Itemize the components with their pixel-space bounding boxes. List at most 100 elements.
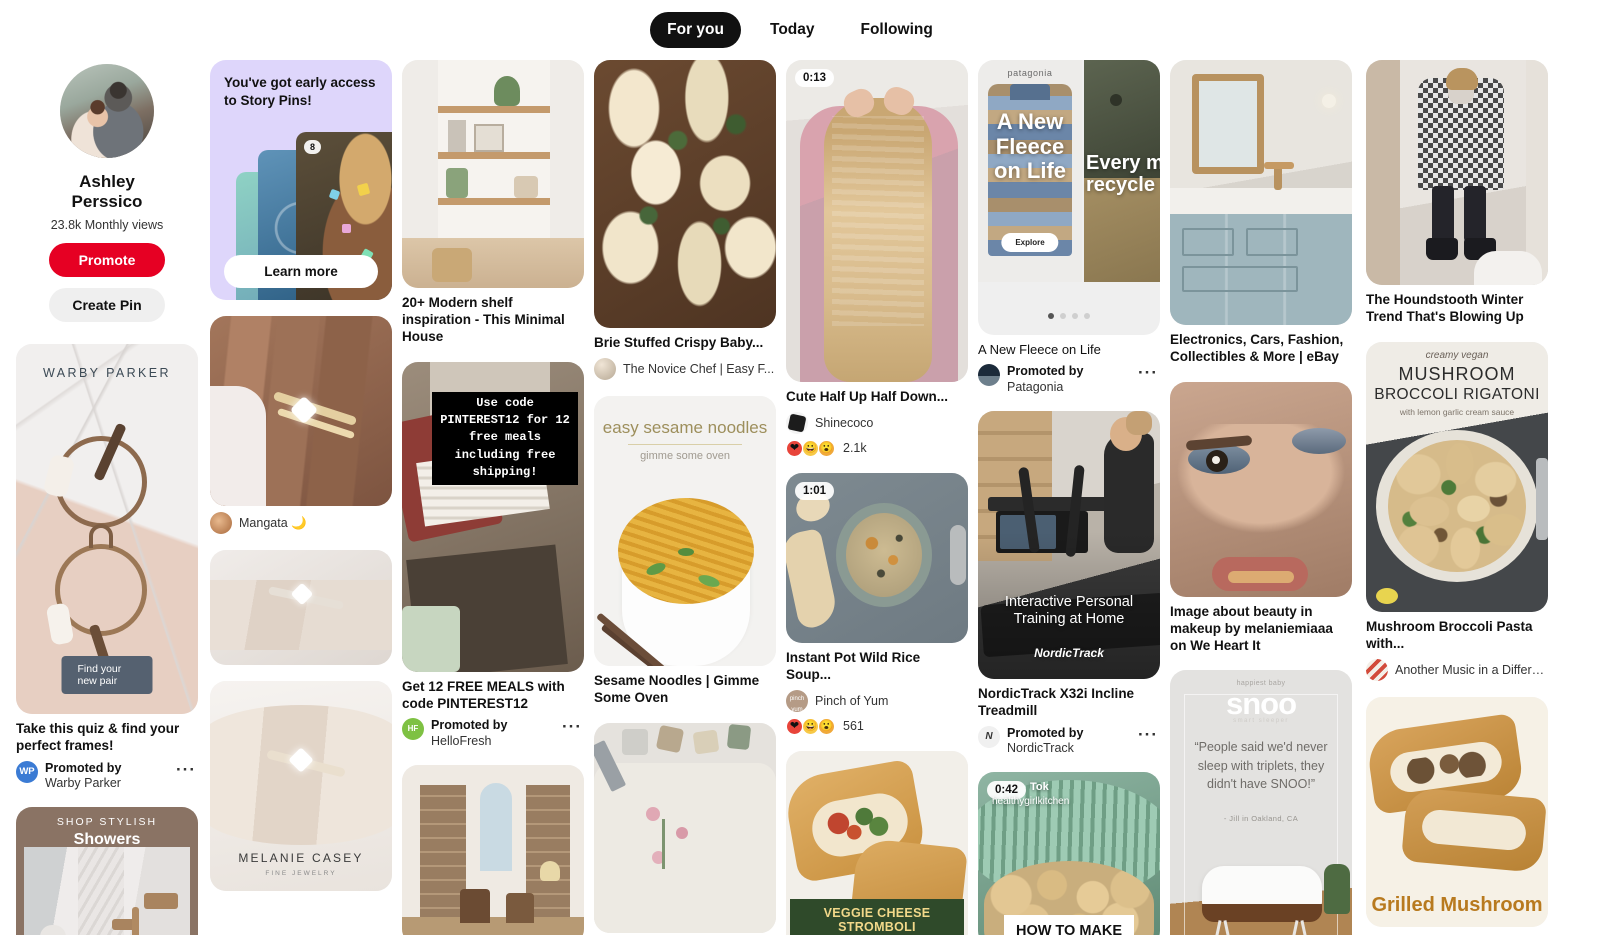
pin-image[interactable]: creamy vegan MUSHROOM BROCCOLI RIGATONI …	[1366, 341, 1548, 612]
masonry-column-3: 20+ Modern shelf inspiration - This Mini…	[402, 60, 584, 935]
pin-options-menu[interactable]: ···	[1136, 726, 1160, 744]
pin-title: The Houndstooth Winter Trend That's Blow…	[1366, 292, 1524, 324]
reaction-row[interactable]: ❤ 😀 😮 561	[786, 717, 968, 735]
brand-avatar[interactable]	[978, 364, 1000, 387]
pin-masonry-board: Ashley Perssico 23.8k Monthly views Prom…	[0, 60, 1600, 935]
pin-library-room[interactable]	[402, 764, 584, 935]
pin-image[interactable]	[402, 60, 584, 288]
carousel-dots[interactable]	[978, 313, 1160, 319]
pin-image[interactable]	[594, 60, 776, 328]
user-avatar[interactable]	[786, 411, 808, 434]
pin-options-menu[interactable]: ···	[560, 718, 584, 736]
avatar[interactable]	[60, 64, 154, 158]
pin-image[interactable]: MELANIE CASEY FINE JEWELRY	[210, 681, 392, 891]
pin-hair-tutorial-video[interactable]: 0:13 Cute Half Up Half Down... Shinecoco…	[786, 60, 968, 457]
pin-houndstooth-trend[interactable]: The Houndstooth Winter Trend That's Blow…	[1366, 60, 1548, 326]
pin-image[interactable]	[210, 316, 392, 506]
pin-story-pins-promo[interactable]: You've got early access to Story Pins! 8	[210, 60, 392, 300]
brand-avatar[interactable]: HF	[402, 718, 424, 741]
pin-title: Image about beauty in makeup by melaniem…	[1170, 603, 1333, 653]
pin-carousel[interactable]: patagonia A New Fleece on Life Explore E…	[978, 60, 1160, 335]
pin-snoo-ad[interactable]: happiest baby snoo smart sleeper “People…	[1170, 670, 1352, 935]
pin-grilled-mushroom[interactable]: Grilled Mushroom	[1366, 696, 1548, 927]
pin-image[interactable]: VEGGIE CHEESE STROMBOLI	[786, 750, 968, 935]
create-pin-button[interactable]: Create Pin	[49, 288, 165, 323]
reaction-row[interactable]: ❤ 😀 😮 2.1k	[786, 439, 968, 457]
pin-mushroom-rigatoni[interactable]: creamy vegan MUSHROOM BROCCOLI RIGATONI …	[1366, 341, 1548, 681]
pin-options-menu[interactable]: ···	[174, 761, 198, 779]
brand-avatar[interactable]: N	[978, 725, 1000, 748]
pin-embroidery[interactable]	[594, 722, 776, 933]
pin-melanie-casey[interactable]: MELANIE CASEY FINE JEWELRY	[210, 681, 392, 891]
pin-image[interactable]	[1170, 60, 1352, 325]
pin-attribution[interactable]: Shinecoco	[786, 411, 968, 434]
carousel-dot-2[interactable]	[1060, 313, 1066, 319]
pin-image[interactable]: Use code PINTEREST12 for 12 free meals i…	[402, 361, 584, 672]
pin-image[interactable]: SHOP STYLISH Showers	[16, 807, 198, 935]
pin-attribution[interactable]: The Novice Chef | Easy F...	[594, 357, 776, 380]
pin-sesame-noodles[interactable]: easy sesame noodles gimme some oven Sesa…	[594, 395, 776, 707]
pin-attribution[interactable]: Another Music in a Differe...	[1366, 658, 1548, 681]
brand-name: HelloFresh	[431, 733, 492, 748]
pin-ring-mangata[interactable]: Mangata 🌙	[210, 316, 392, 534]
story-promo-headline: You've got early access to Story Pins!	[224, 75, 376, 108]
carousel-dot-4[interactable]	[1084, 313, 1090, 319]
user-avatar[interactable]: pinch yum	[786, 689, 808, 712]
pin-options-menu[interactable]: ···	[1136, 364, 1160, 382]
carousel-dot-3[interactable]	[1072, 313, 1078, 319]
pin-image[interactable]: WARBY PARKER Find your new pair	[16, 344, 198, 715]
pin-modern-shelf[interactable]: 20+ Modern shelf inspiration - This Mini…	[402, 60, 584, 346]
overlay-brand: WARBY PARKER	[43, 366, 171, 381]
pin-image[interactable]	[1366, 60, 1548, 285]
pin-attribution[interactable]: Mangata 🌙	[210, 512, 392, 534]
user-avatar[interactable]	[210, 512, 232, 534]
pin-image[interactable]: 0:42 Tok healthygirlkitchen HOW TO MAKE	[978, 772, 1160, 935]
story-page-count: 8	[304, 140, 322, 154]
reaction-wow-icon: 😮	[818, 717, 835, 735]
pin-nordictrack-ad[interactable]: Interactive Personal Training at Home No…	[978, 410, 1160, 756]
profile-name-line2: Perssico	[71, 191, 143, 211]
overlay-title-line1: MUSHROOM	[1398, 363, 1516, 384]
promoted-by-label: Promoted by	[45, 760, 122, 775]
pin-ring-2[interactable]	[210, 550, 392, 665]
overlay-subtitle: with lemon garlic cream sauce	[1399, 406, 1515, 417]
pin-ebay-bathroom[interactable]: Electronics, Cars, Fashion, Collectibles…	[1170, 60, 1352, 366]
promote-button[interactable]: Promote	[49, 243, 165, 278]
pin-veggie-stromboli[interactable]: VEGGIE CHEESE STROMBOLI	[786, 750, 968, 935]
pin-beauty-makeup[interactable]: Image about beauty in makeup by melaniem…	[1170, 381, 1352, 655]
pin-image[interactable]: Grilled Mushroom	[1366, 696, 1548, 927]
pin-image[interactable]	[1170, 381, 1352, 597]
user-avatar[interactable]	[594, 357, 616, 380]
pin-image[interactable]	[402, 764, 584, 935]
pin-warby-parker[interactable]: WARBY PARKER Find your new pair Take thi…	[16, 344, 198, 791]
pin-title: Mushroom Broccoli Pasta with...	[1366, 618, 1533, 651]
story-pins-card[interactable]: You've got early access to Story Pins! 8	[210, 60, 392, 300]
brand-avatar[interactable]: WP	[16, 760, 38, 783]
find-your-new-pair-cta[interactable]: Find your new pair	[61, 656, 153, 695]
overlay-top-label: SHOP STYLISH	[56, 816, 158, 829]
pin-image[interactable]: easy sesame noodles gimme some oven	[594, 395, 776, 666]
tab-for-you[interactable]: For you	[650, 12, 741, 48]
user-avatar[interactable]	[1366, 658, 1388, 681]
tab-today[interactable]: Today	[753, 12, 832, 48]
pin-title: Cute Half Up Half Down...	[786, 389, 948, 404]
learn-more-button[interactable]: Learn more	[224, 255, 378, 288]
pin-image[interactable]	[210, 550, 392, 665]
tab-following[interactable]: Following	[844, 12, 950, 48]
pin-image[interactable]: happiest baby snoo smart sleeper “People…	[1170, 670, 1352, 935]
pin-image[interactable]: Interactive Personal Training at Home No…	[978, 410, 1160, 679]
pin-attribution[interactable]: pinch yum Pinch of Yum	[786, 689, 968, 712]
pin-hellofresh-ad[interactable]: Use code PINTEREST12 for 12 free meals i…	[402, 361, 584, 749]
pin-image[interactable]	[594, 722, 776, 933]
explore-cta[interactable]: Explore	[1001, 233, 1059, 252]
carousel-dot-1[interactable]	[1048, 313, 1054, 319]
pin-patagonia-carousel-ad[interactable]: patagonia A New Fleece on Life Explore E…	[978, 60, 1160, 395]
pin-stylish-showers[interactable]: SHOP STYLISH Showers	[16, 807, 198, 935]
pin-image[interactable]: 0:13	[786, 60, 968, 382]
pin-title: Instant Pot Wild Rice Soup...	[786, 649, 921, 682]
pin-image[interactable]: 1:01	[786, 472, 968, 643]
pin-instant-pot-soup-video[interactable]: 1:01 Instant Pot Wild Rice Soup... pinch…	[786, 472, 968, 735]
pin-chickpea-tiktok-video[interactable]: 0:42 Tok healthygirlkitchen HOW TO MAKE	[978, 772, 1160, 935]
brand-name: Patagonia	[1007, 379, 1064, 394]
pin-brie-stuffed[interactable]: Brie Stuffed Crispy Baby... The Novice C…	[594, 60, 776, 380]
